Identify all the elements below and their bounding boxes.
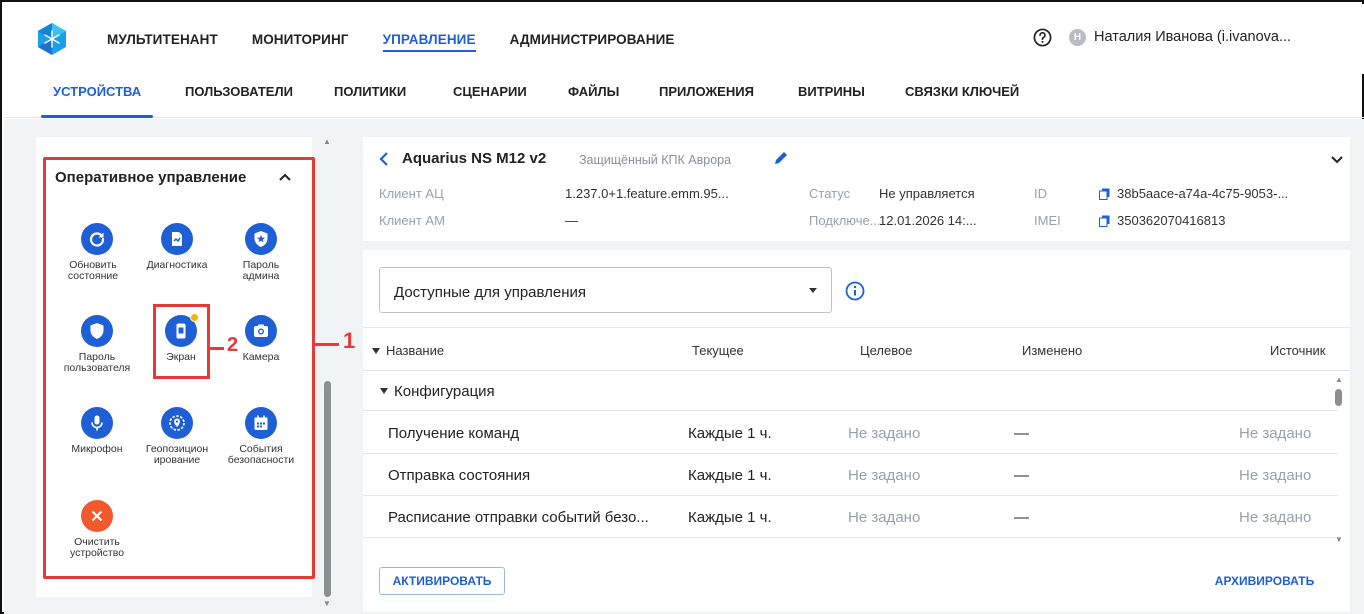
group-row[interactable] bbox=[363, 371, 1338, 411]
tab-applications[interactable]: ПРИЛОЖЕНИЯ bbox=[659, 74, 754, 118]
table-header bbox=[363, 327, 1350, 371]
imei-value: 350362070416813 bbox=[1117, 213, 1226, 228]
status-value: Не управляется bbox=[879, 186, 975, 201]
table-scrollbar[interactable]: ▲ ▼ bbox=[1332, 375, 1346, 551]
activate-button[interactable]: АКТИВИРОВАТЬ bbox=[379, 567, 505, 595]
nav-multitenant[interactable]: МУЛЬТИТЕНАНТ bbox=[107, 4, 218, 74]
scroll-up-icon[interactable]: ▲ bbox=[1335, 375, 1343, 384]
client-ac-label: Клиент АЦ bbox=[379, 186, 444, 201]
sort-icon bbox=[372, 347, 380, 354]
nav-management[interactable]: УПРАВЛЕНИЕ bbox=[382, 4, 476, 74]
archive-button[interactable]: АРХИВИРОВАТЬ bbox=[1197, 567, 1332, 595]
tab-devices[interactable]: УСТРОЙСТВА bbox=[40, 74, 154, 118]
info-icon[interactable] bbox=[845, 281, 865, 301]
row-target: Не задано bbox=[848, 467, 921, 484]
tab-scenarios[interactable]: СЦЕНАРИИ bbox=[453, 74, 527, 118]
annotation-number-1: 1 bbox=[343, 328, 356, 353]
row-name: Получение команд bbox=[388, 425, 520, 442]
scroll-up-icon[interactable]: ▲ bbox=[323, 137, 331, 146]
row-changed: — bbox=[1014, 509, 1029, 526]
filter-select[interactable]: Доступные для управления bbox=[379, 267, 832, 313]
copy-icon[interactable] bbox=[1099, 215, 1110, 227]
connected-label: Подключе... bbox=[809, 213, 881, 228]
tab-showcases[interactable]: ВИТРИНЫ bbox=[798, 74, 865, 118]
group-label-text: Конфигурация bbox=[394, 383, 495, 400]
top-bar: МУЛЬТИТЕНАНТ МОНИТОРИНГ УПРАВЛЕНИЕ АДМИН… bbox=[4, 4, 1364, 74]
row-current: Каждые 1 ч. bbox=[688, 467, 772, 484]
annotation-line-1 bbox=[315, 343, 339, 346]
column-changed: Изменено bbox=[1022, 343, 1083, 358]
client-am-label: Клиент АМ bbox=[379, 213, 445, 228]
row-changed: — bbox=[1014, 425, 1029, 442]
row-source: Не задано bbox=[1239, 467, 1312, 484]
tab-files[interactable]: ФАЙЛЫ bbox=[568, 74, 619, 118]
filter-select-value: Доступные для управления bbox=[394, 284, 587, 301]
sub-tabs: УСТРОЙСТВА ПОЛЬЗОВАТЕЛИ ПОЛИТИКИ СЦЕНАРИ… bbox=[4, 74, 1364, 118]
scroll-down-icon[interactable]: ▼ bbox=[323, 599, 331, 608]
left-panel-scrollbar[interactable]: ▲ ▼ bbox=[320, 137, 334, 609]
back-icon[interactable] bbox=[377, 151, 391, 167]
row-source: Не задано bbox=[1239, 425, 1312, 442]
client-am-value: — bbox=[565, 213, 578, 228]
row-target: Не задано bbox=[848, 509, 921, 526]
column-name[interactable]: Название bbox=[372, 343, 444, 358]
row-source: Не задано bbox=[1239, 509, 1312, 526]
id-label: ID bbox=[1034, 186, 1047, 201]
imei-label: IMEI bbox=[1034, 213, 1061, 228]
column-name-label: Название bbox=[386, 343, 445, 358]
row-target: Не задано bbox=[848, 425, 921, 442]
group-label[interactable]: Конфигурация bbox=[380, 383, 495, 400]
tab-keychains[interactable]: СВЯЗКИ КЛЮЧЕЙ bbox=[905, 74, 1019, 118]
row-current: Каждые 1 ч. bbox=[688, 425, 772, 442]
client-ac-value: 1.237.0+1.feature.emm.95... bbox=[565, 186, 729, 201]
top-nav: МУЛЬТИТЕНАНТ МОНИТОРИНГ УПРАВЛЕНИЕ АДМИН… bbox=[107, 4, 709, 74]
row-name: Расписание отправки событий безо... bbox=[388, 509, 649, 526]
scrollbar-thumb[interactable] bbox=[324, 381, 331, 597]
column-source: Источник bbox=[1270, 343, 1326, 358]
edit-icon[interactable] bbox=[773, 150, 789, 166]
nav-administration[interactable]: АДМИНИСТРИРОВАНИЕ bbox=[510, 4, 675, 74]
id-value: 38b5aace-a74a-4c75-9053-... bbox=[1117, 186, 1289, 201]
status-label: Статус bbox=[809, 186, 851, 201]
connected-value: 12.01.2026 14:... bbox=[879, 213, 977, 228]
copy-icon[interactable] bbox=[1099, 188, 1110, 200]
annotation-number-2: 2 bbox=[227, 334, 239, 356]
app-window: МУЛЬТИТЕНАНТ МОНИТОРИНГ УПРАВЛЕНИЕ АДМИН… bbox=[0, 0, 1364, 614]
expand-icon bbox=[380, 388, 388, 395]
help-icon[interactable] bbox=[1033, 28, 1052, 47]
row-name: Отправка состояния bbox=[388, 467, 531, 484]
tab-policies[interactable]: ПОЛИТИКИ bbox=[334, 74, 406, 118]
device-model: Защищённый КПК Аврора bbox=[579, 153, 732, 167]
tab-users[interactable]: ПОЛЬЗОВАТЕЛИ bbox=[185, 74, 293, 118]
row-current: Каждые 1 ч. bbox=[688, 509, 772, 526]
app-logo-icon[interactable] bbox=[36, 22, 68, 56]
chevron-down-icon[interactable] bbox=[1330, 153, 1344, 167]
user-name[interactable]: Наталия Иванова (i.ivanova... bbox=[1094, 29, 1291, 45]
annotation-line-2 bbox=[210, 347, 224, 350]
device-name: Aquarius NS M12 v2 bbox=[402, 150, 547, 167]
column-current: Текущее bbox=[692, 343, 744, 358]
scrollbar-thumb[interactable] bbox=[1335, 389, 1342, 406]
nav-monitoring[interactable]: МОНИТОРИНГ bbox=[252, 4, 349, 74]
column-target: Целевое bbox=[860, 343, 913, 358]
scroll-down-icon[interactable]: ▼ bbox=[1335, 535, 1343, 544]
dropdown-caret-icon bbox=[809, 288, 817, 293]
row-changed: — bbox=[1014, 467, 1029, 484]
avatar[interactable]: Н bbox=[1069, 29, 1086, 46]
annotation-highlight-2 bbox=[153, 304, 210, 379]
